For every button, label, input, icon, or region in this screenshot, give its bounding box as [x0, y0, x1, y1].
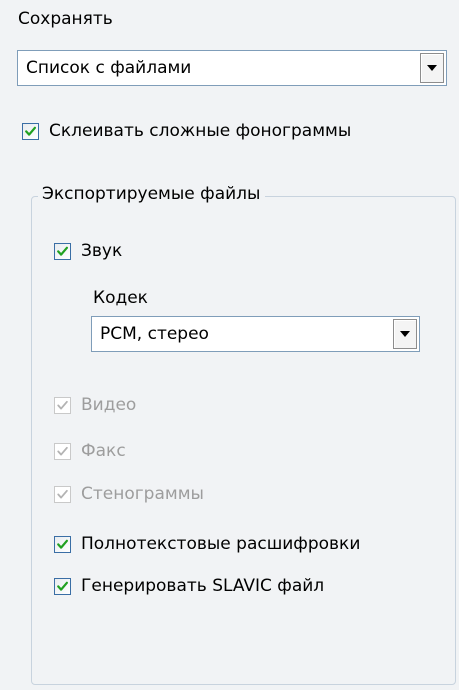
- save-mode-value: Список с файлами: [26, 58, 192, 78]
- check-icon: [54, 442, 71, 460]
- check-icon: [22, 122, 39, 140]
- codec-value: PCM, стерео: [100, 324, 209, 344]
- check-icon: [54, 485, 71, 503]
- chevron-down-icon: [400, 331, 410, 337]
- codec-select[interactable]: PCM, стерео: [91, 316, 420, 352]
- fulltext-label: Полнотекстовые расшифровки: [81, 534, 361, 554]
- check-icon: [54, 242, 71, 260]
- check-icon: [54, 396, 71, 414]
- codec-label: Кодек: [93, 288, 148, 308]
- save-label: Сохранять: [18, 9, 113, 29]
- transcripts-label: Стенограммы: [81, 484, 204, 504]
- merge-complex-label: Склеивать сложные фонограммы: [49, 121, 352, 141]
- check-icon: [54, 535, 71, 553]
- video-checkbox[interactable]: Видео: [54, 395, 136, 415]
- save-mode-dropdown-button[interactable]: [420, 53, 444, 83]
- fulltext-checkbox[interactable]: Полнотекстовые расшифровки: [54, 534, 360, 554]
- transcripts-checkbox[interactable]: Стенограммы: [54, 484, 204, 504]
- fax-label: Факс: [81, 441, 126, 461]
- slavic-checkbox[interactable]: Генерировать SLAVIC файл: [54, 576, 324, 596]
- save-mode-select[interactable]: Список с файлами: [17, 50, 447, 86]
- fax-checkbox[interactable]: Факс: [54, 441, 126, 461]
- slavic-label: Генерировать SLAVIC файл: [81, 576, 325, 596]
- chevron-down-icon: [427, 65, 437, 71]
- sound-label: Звук: [81, 241, 123, 261]
- check-icon: [54, 577, 71, 595]
- video-label: Видео: [81, 395, 137, 415]
- exported-files-title: Экспортируемые файлы: [38, 183, 266, 205]
- merge-complex-checkbox[interactable]: Склеивать сложные фонограммы: [22, 121, 351, 141]
- sound-checkbox[interactable]: Звук: [54, 241, 122, 261]
- codec-dropdown-button[interactable]: [393, 319, 417, 349]
